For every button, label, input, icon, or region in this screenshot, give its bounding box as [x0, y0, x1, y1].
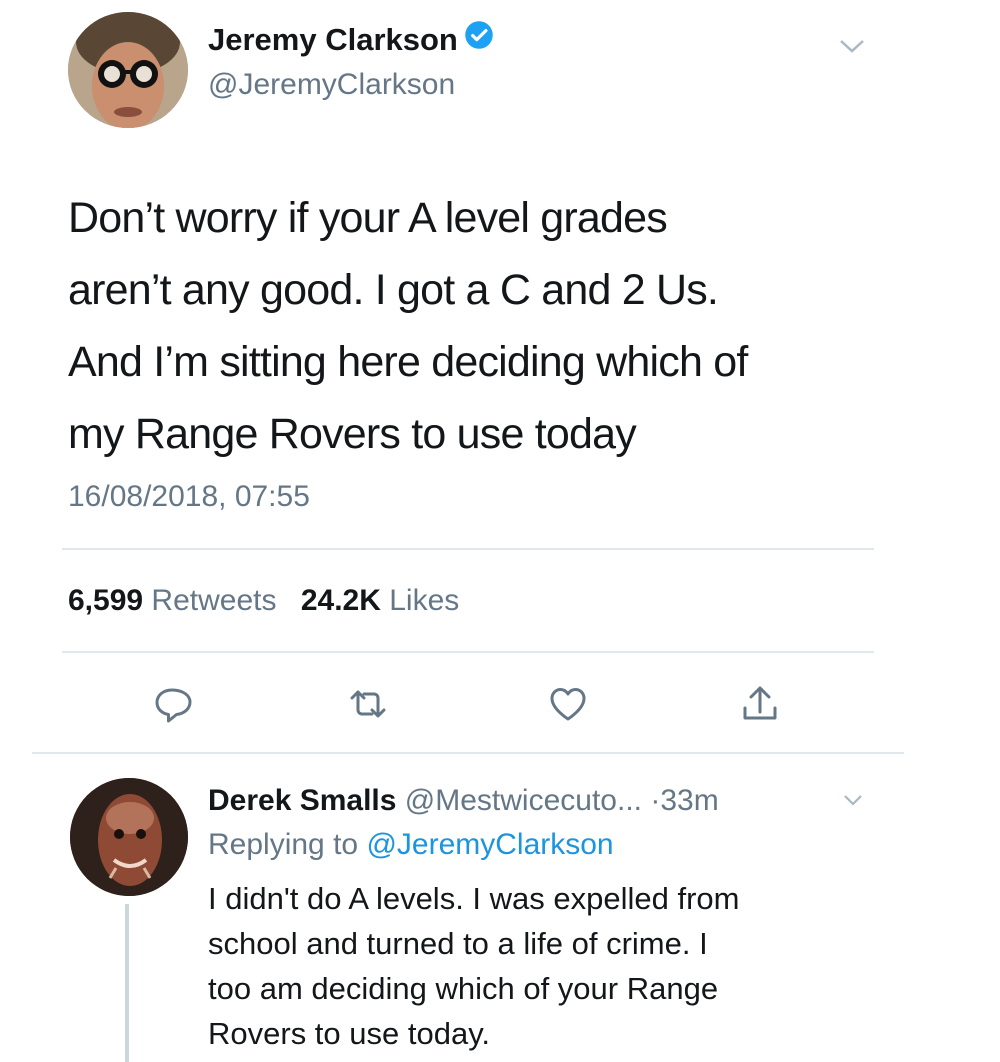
retweets-count[interactable]: 6,599 — [68, 584, 143, 617]
chevron-down-icon[interactable] — [838, 36, 866, 56]
reply-author-photo — [70, 778, 188, 896]
tweet-text: Don’t worry if your A level grades aren’… — [68, 182, 928, 470]
tweet-stats: 6,599 Retweets 24.2K Likes — [68, 584, 475, 618]
author-avatar[interactable] — [68, 12, 188, 128]
reply-text-line: school and turned to a life of crime. I — [208, 926, 708, 961]
reply-text-line: Rovers to use today. — [208, 1016, 491, 1051]
tweet-text-line: my Range Rovers to use today — [68, 410, 637, 458]
author-name-text[interactable]: Jeremy Clarkson — [208, 22, 458, 57]
heart-icon — [550, 688, 586, 721]
chevron-down-icon[interactable] — [842, 792, 864, 808]
share-button[interactable] — [738, 682, 782, 726]
replying-to-prefix: Replying to — [208, 828, 359, 861]
reply-icon — [155, 688, 192, 723]
reply-author-handle[interactable]: @Mestwicecuto... — [405, 784, 642, 817]
reply-author-avatar[interactable] — [70, 778, 188, 896]
retweets-label[interactable]: Retweets — [151, 584, 276, 617]
reply-text: I didn't do A levels. I was expelled fro… — [208, 876, 908, 1056]
share-icon — [743, 686, 777, 720]
tweet-text-line: aren’t any good. I got a C and 2 Us. — [68, 266, 719, 314]
verified-badge-icon — [464, 20, 494, 58]
reply-time[interactable]: 33m — [660, 784, 718, 817]
reply-header: Derek Smalls @Mestwicecuto... ·33m — [208, 784, 719, 818]
reply-author-name[interactable]: Derek Smalls — [208, 784, 396, 817]
divider — [62, 548, 874, 550]
retweet-icon — [350, 690, 386, 718]
like-button[interactable] — [546, 682, 590, 726]
replying-to: Replying to @JeremyClarkson — [208, 828, 614, 862]
reply-separator: · — [650, 784, 661, 817]
thread-line — [125, 904, 129, 1062]
tweet-timestamp[interactable]: 16/08/2018, 07:55 — [68, 480, 310, 514]
divider — [62, 651, 874, 653]
divider — [32, 752, 904, 754]
replying-to-mention[interactable]: @JeremyClarkson — [366, 828, 613, 861]
reply-text-line: too am deciding which of your Range — [208, 971, 719, 1006]
retweet-button[interactable] — [346, 682, 390, 726]
author-handle[interactable]: @JeremyClarkson — [208, 68, 455, 102]
tweet-text-line: And I’m sitting here deciding which of — [68, 338, 748, 386]
reply-button[interactable] — [150, 682, 194, 726]
author-photo — [68, 12, 188, 128]
likes-label[interactable]: Likes — [389, 584, 459, 617]
author-name[interactable]: Jeremy Clarkson — [208, 20, 494, 61]
tweet-text-line: Don’t worry if your A level grades — [68, 194, 668, 242]
likes-count[interactable]: 24.2K — [301, 584, 381, 617]
reply-text-line: I didn't do A levels. I was expelled fro… — [208, 881, 740, 916]
